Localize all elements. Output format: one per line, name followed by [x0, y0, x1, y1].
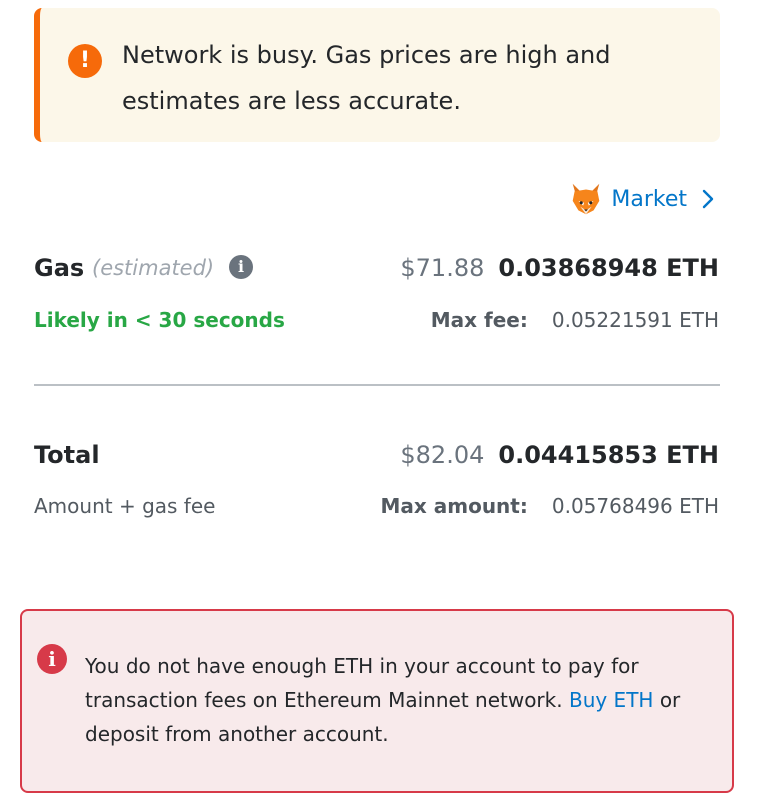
insufficient-funds-error: i You do not have enough ETH in your acc… — [20, 609, 734, 793]
gas-label: Gas — [34, 254, 85, 282]
chevron-right-icon — [702, 189, 714, 209]
gas-estimated-label: (estimated) — [92, 256, 215, 280]
info-icon[interactable]: i — [229, 255, 253, 279]
warning-text: Network is busy. Gas prices are high and… — [122, 41, 611, 115]
buy-eth-link[interactable]: Buy ETH — [569, 688, 653, 712]
max-fee-value: 0.05221591 ETH — [551, 308, 719, 332]
total-label: Total — [34, 441, 100, 469]
max-amount-label: Max amount: — [380, 494, 528, 518]
total-eth-value: 0.04415853 ETH — [498, 441, 719, 469]
total-amount: $82.04 0.04415853 ETH — [400, 441, 719, 469]
max-fee: Max fee: 0.05221591 ETH — [431, 308, 719, 332]
max-amount: Max amount: 0.05768496 ETH — [380, 494, 719, 518]
market-label: Market — [611, 186, 687, 212]
error-text: You do not have enough ETH in your accou… — [85, 649, 705, 751]
total-usd-value: $82.04 — [400, 441, 485, 469]
max-fee-label: Max fee: — [430, 308, 528, 332]
error-message: You do not have enough ETH in your accou… — [85, 654, 639, 712]
fox-icon — [573, 183, 600, 215]
gas-fee-panel: ! Network is busy. Gas prices are high a… — [0, 0, 759, 804]
network-busy-warning: ! Network is busy. Gas prices are high a… — [34, 8, 720, 142]
divider — [34, 384, 720, 386]
gas-eth-value: 0.03868948 ETH — [498, 254, 719, 282]
gas-usd-value: $71.88 — [400, 254, 485, 282]
likely-time-label: Likely in < 30 seconds — [34, 308, 285, 332]
market-gas-option-button[interactable]: Market — [567, 180, 715, 218]
exclamation-icon: ! — [68, 44, 102, 78]
max-amount-value: 0.05768496 ETH — [551, 494, 719, 518]
info-icon: i — [37, 644, 67, 674]
gas-amount: $71.88 0.03868948 ETH — [400, 254, 719, 282]
amount-plus-gas-label: Amount + gas fee — [34, 494, 216, 518]
